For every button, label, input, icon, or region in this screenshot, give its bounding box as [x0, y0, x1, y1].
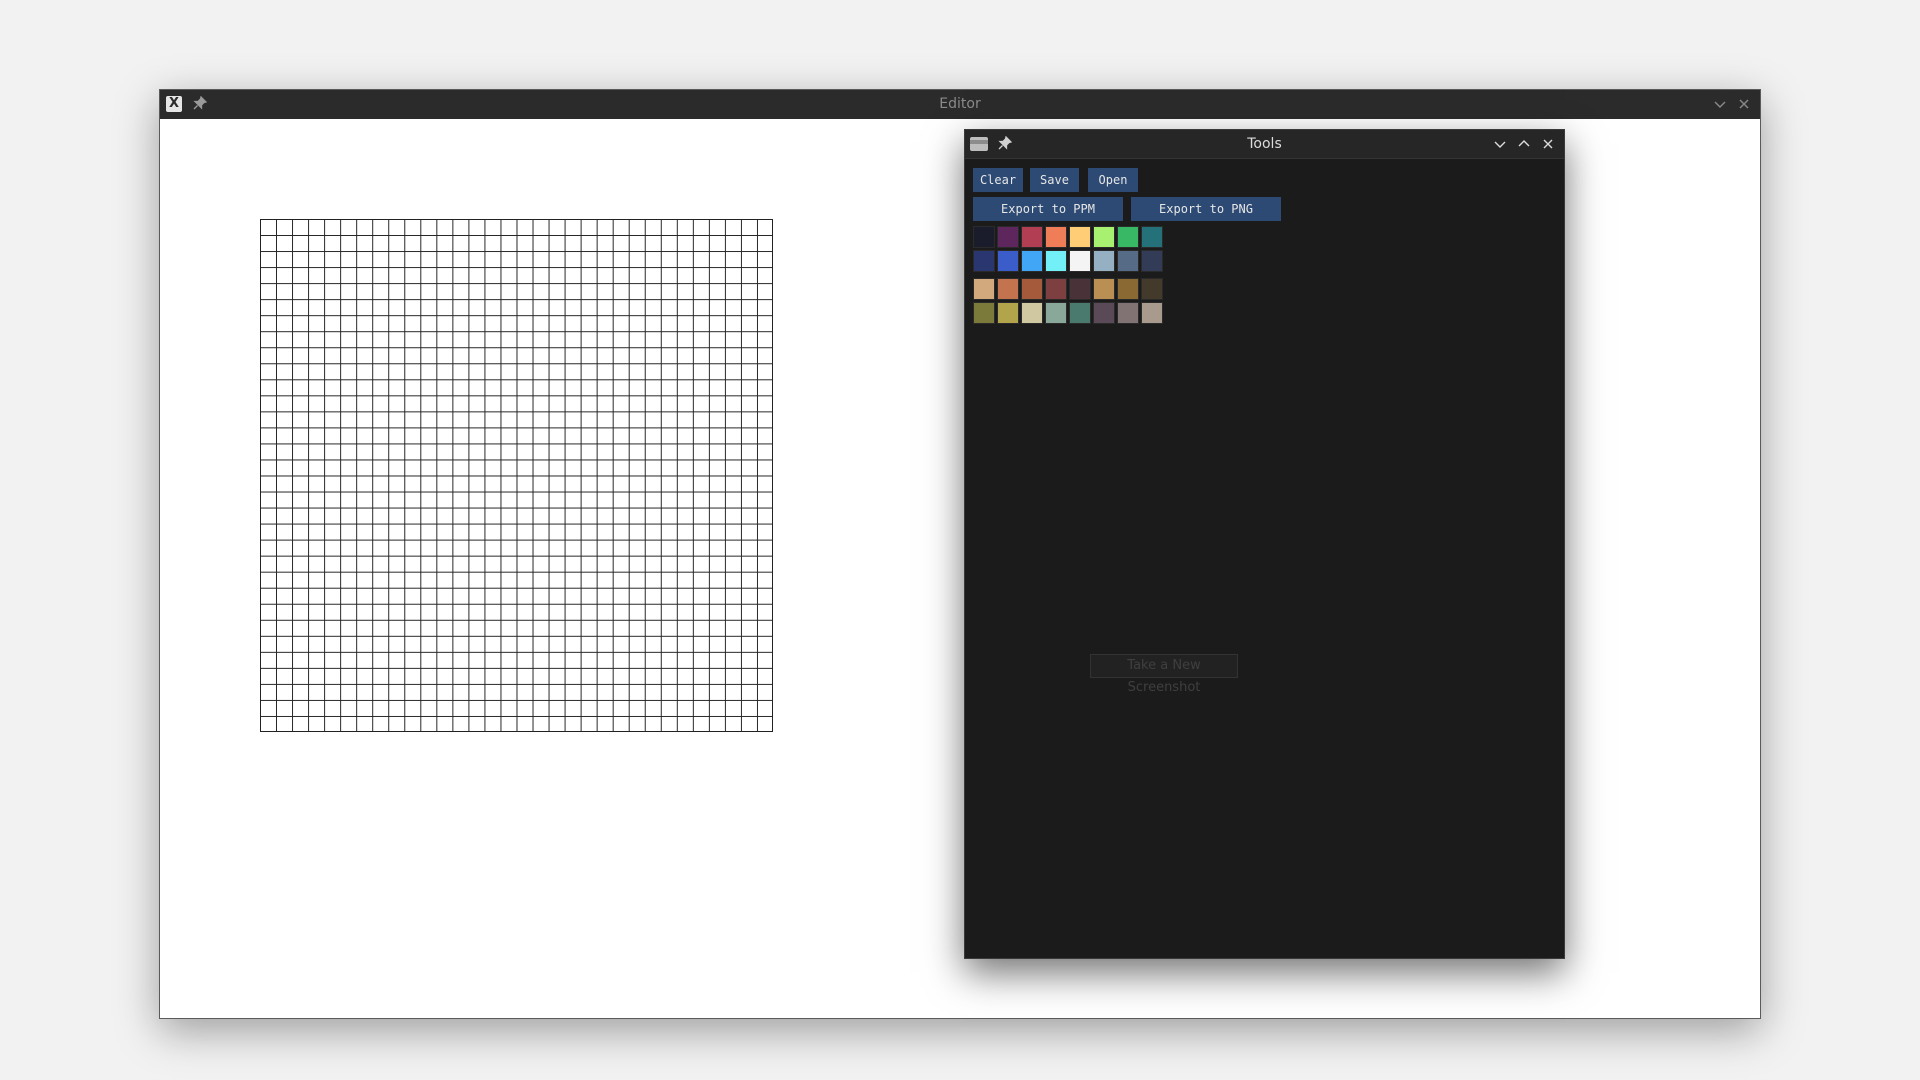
color-palette-secondary [973, 278, 1163, 324]
color-swatch[interactable] [1093, 226, 1115, 248]
color-swatch[interactable] [973, 302, 995, 324]
tools-title: Tools [1247, 136, 1282, 152]
close-icon[interactable] [1736, 96, 1752, 112]
color-swatch[interactable] [1021, 302, 1043, 324]
color-swatch[interactable] [1117, 278, 1139, 300]
export-png-button[interactable]: Export to PNG [1131, 197, 1281, 221]
color-swatch[interactable] [1045, 250, 1067, 272]
color-swatch[interactable] [1141, 250, 1163, 272]
open-button[interactable]: Open [1088, 168, 1138, 192]
color-swatch[interactable] [997, 302, 1019, 324]
minimize-icon[interactable] [1492, 136, 1508, 152]
clear-button[interactable]: Clear [973, 168, 1023, 192]
color-swatch[interactable] [1045, 278, 1067, 300]
minimize-icon[interactable] [1712, 96, 1728, 112]
color-swatch[interactable] [973, 226, 995, 248]
color-swatch[interactable] [1069, 250, 1091, 272]
color-swatch[interactable] [997, 278, 1019, 300]
color-swatch[interactable] [1069, 226, 1091, 248]
color-swatch[interactable] [1021, 278, 1043, 300]
maximize-icon[interactable] [1516, 136, 1532, 152]
tools-window: Tools Clear Save Open Export to PPM Expo… [964, 129, 1565, 959]
color-swatch[interactable] [973, 250, 995, 272]
color-swatch[interactable] [1045, 226, 1067, 248]
color-swatch[interactable] [1117, 302, 1139, 324]
color-swatch[interactable] [997, 226, 1019, 248]
color-swatch[interactable] [1141, 302, 1163, 324]
color-swatch[interactable] [973, 278, 995, 300]
color-palette-primary [973, 226, 1163, 272]
close-icon[interactable] [1540, 136, 1556, 152]
color-swatch[interactable] [1093, 302, 1115, 324]
color-swatch[interactable] [1141, 278, 1163, 300]
color-swatch[interactable] [1141, 226, 1163, 248]
pixel-grid-canvas[interactable] [260, 219, 773, 732]
tools-titlebar[interactable]: Tools [965, 130, 1564, 159]
color-swatch[interactable] [1117, 226, 1139, 248]
color-swatch[interactable] [1021, 250, 1043, 272]
color-swatch[interactable] [1045, 302, 1067, 324]
color-swatch[interactable] [1117, 250, 1139, 272]
color-swatch[interactable] [1069, 302, 1091, 324]
editor-titlebar[interactable]: X Editor [160, 90, 1760, 119]
take-screenshot-button[interactable]: Take a New Screenshot [1090, 654, 1238, 695]
save-button[interactable]: Save [1030, 168, 1079, 192]
export-ppm-button[interactable]: Export to PPM [973, 197, 1123, 221]
editor-title: Editor [939, 96, 981, 112]
color-swatch[interactable] [1093, 250, 1115, 272]
color-swatch[interactable] [997, 250, 1019, 272]
color-swatch[interactable] [1069, 278, 1091, 300]
color-swatch[interactable] [1093, 278, 1115, 300]
color-swatch[interactable] [1021, 226, 1043, 248]
